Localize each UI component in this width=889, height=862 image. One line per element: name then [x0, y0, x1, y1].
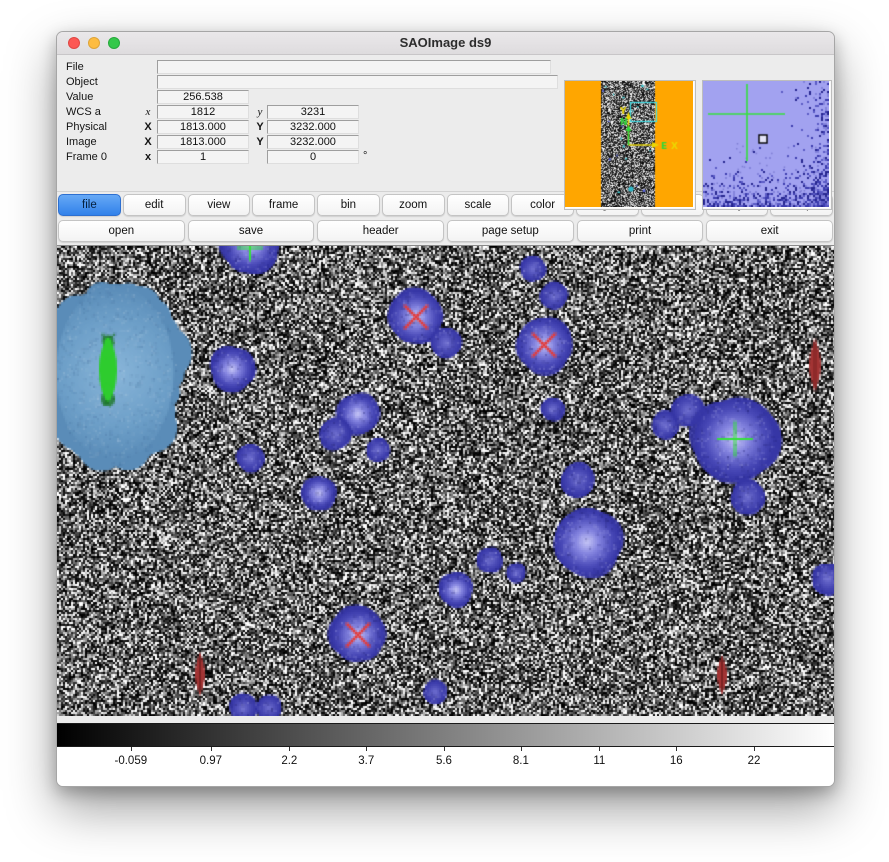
titlebar: SAOImage ds9	[57, 32, 834, 55]
tick-mark	[131, 747, 132, 751]
physical-x-field: 1813.000	[157, 120, 249, 134]
physical-label: Physical	[66, 121, 107, 133]
frame-x-field: 1	[157, 150, 249, 164]
desktop-background: SAOImage ds9 File Object Value 256.538 W…	[0, 0, 889, 862]
tick-label: 16	[670, 755, 683, 767]
file-field	[157, 60, 551, 74]
menu-view-button[interactable]: view	[188, 194, 251, 216]
frame-x-label: x	[141, 151, 155, 163]
object-label: Object	[66, 76, 98, 88]
physical-y-field: 3232.000	[267, 120, 359, 134]
image-label: Image	[66, 136, 97, 148]
menu-edit-button[interactable]: edit	[123, 194, 186, 216]
window-title: SAOImage ds9	[57, 32, 834, 54]
frame-rotation-field: 0	[267, 150, 359, 164]
tick-mark	[754, 747, 755, 751]
wcs-x-field: 1812	[157, 105, 249, 119]
physical-y-label: Y	[253, 121, 267, 133]
magnifier-canvas[interactable]	[703, 81, 829, 207]
tick-mark	[444, 747, 445, 751]
tick-mark	[599, 747, 600, 751]
menu-file-button[interactable]: file	[58, 194, 121, 216]
panner[interactable]	[564, 80, 696, 210]
image-x-field: 1813.000	[157, 135, 249, 149]
value-row: Value 256.538	[57, 90, 562, 105]
tick-label: 8.1	[513, 755, 529, 767]
wcs-row: WCS a x 1812 y 3231	[57, 105, 562, 120]
zoom-window-button[interactable]	[108, 37, 120, 49]
value-label: Value	[66, 91, 93, 103]
wcs-y-field: 3231	[267, 105, 359, 119]
open-button[interactable]: open	[58, 220, 185, 242]
wcs-y-label: y	[253, 106, 267, 118]
value-field: 256.538	[157, 90, 249, 104]
frame-label: Frame 0	[66, 151, 107, 163]
tick-label: 0.97	[200, 755, 222, 767]
tick-mark	[521, 747, 522, 751]
close-button[interactable]	[68, 37, 80, 49]
panner-canvas[interactable]	[565, 81, 693, 207]
menu-bin-button[interactable]: bin	[317, 194, 380, 216]
image-y-label: Y	[253, 136, 267, 148]
colorbar-gap	[57, 716, 834, 723]
colorbar-gradient[interactable]	[57, 723, 834, 747]
tick-mark	[289, 747, 290, 751]
tick-mark	[211, 747, 212, 751]
physical-x-label: X	[141, 121, 155, 133]
coordinate-readouts: File Object Value 256.538 WCS a x 1812 y…	[57, 60, 562, 165]
tick-label: -0.059	[115, 755, 148, 767]
object-field	[157, 75, 558, 89]
colorbar-scale: -0.059 0.97 2.2 3.7 5.6 8.1 11 16 22	[57, 747, 834, 786]
save-button[interactable]: save	[188, 220, 315, 242]
header-button[interactable]: header	[317, 220, 444, 242]
menu-zoom-button[interactable]: zoom	[382, 194, 445, 216]
tick-mark	[366, 747, 367, 751]
minimize-button[interactable]	[88, 37, 100, 49]
file-row: File	[57, 60, 562, 75]
tick-label: 5.6	[436, 755, 452, 767]
tick-label: 22	[748, 755, 761, 767]
ds9-window: SAOImage ds9 File Object Value 256.538 W…	[56, 31, 835, 787]
tick-label: 11	[593, 755, 605, 767]
main-image-canvas[interactable]	[57, 246, 834, 716]
frame-row: Frame 0 x 1 0 °	[57, 150, 562, 165]
image-row: Image X 1813.000 Y 3232.000	[57, 135, 562, 150]
physical-row: Physical X 1813.000 Y 3232.000	[57, 120, 562, 135]
object-row: Object	[57, 75, 562, 90]
file-label: File	[66, 61, 84, 73]
magnifier[interactable]	[702, 80, 832, 210]
tick-label: 2.2	[281, 755, 297, 767]
tick-mark	[676, 747, 677, 751]
degree-symbol: °	[363, 150, 367, 162]
exit-button[interactable]: exit	[706, 220, 833, 242]
file-buttonbar: open save header page setup print exit	[57, 218, 834, 245]
menu-frame-button[interactable]: frame	[252, 194, 315, 216]
info-panel: File Object Value 256.538 WCS a x 1812 y…	[57, 55, 834, 192]
page-setup-button[interactable]: page setup	[447, 220, 574, 242]
wcs-x-label: x	[141, 106, 155, 118]
tick-label: 3.7	[358, 755, 374, 767]
print-button[interactable]: print	[577, 220, 704, 242]
wcs-label: WCS a	[66, 106, 101, 118]
menu-scale-button[interactable]: scale	[447, 194, 510, 216]
image-display-area	[57, 245, 834, 716]
image-y-field: 3232.000	[267, 135, 359, 149]
image-x-label: X	[141, 136, 155, 148]
